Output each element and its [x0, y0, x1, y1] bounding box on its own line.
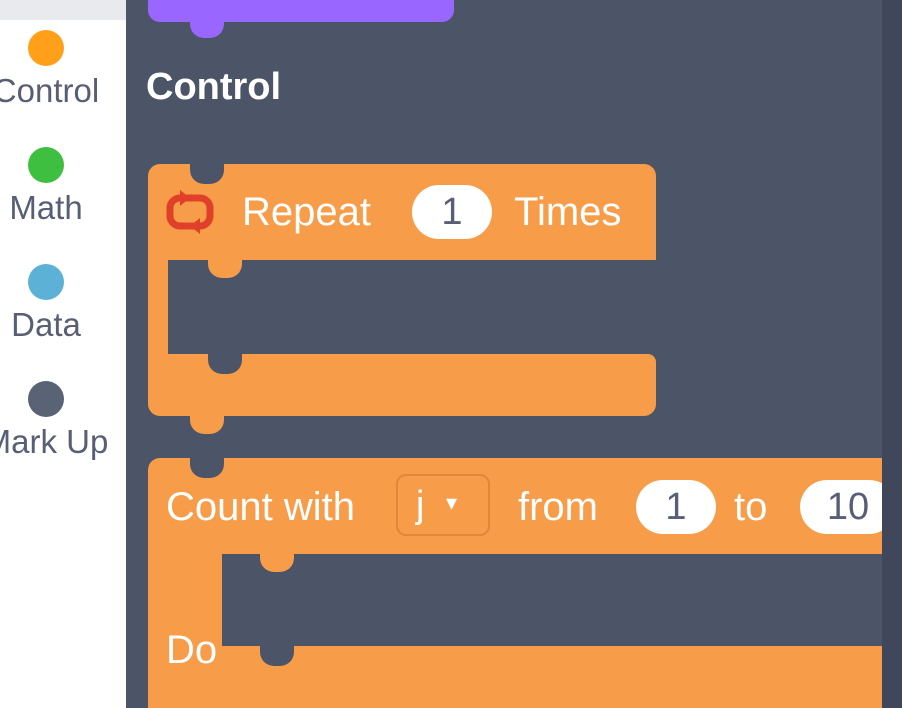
- repeat-inner-tab: [208, 258, 242, 278]
- sidebar-item-markup[interactable]: Mark Up: [0, 381, 126, 491]
- repeat-block-arm: [148, 255, 168, 365]
- block-palette: Control Repeat 1 Times Count with j ▾ fr…: [126, 0, 882, 708]
- variable-dropdown[interactable]: j ▾: [396, 474, 490, 536]
- control-category-dot-icon: [28, 30, 64, 66]
- sidebar-top-strip: [0, 0, 126, 20]
- palette-section-title: Control: [146, 66, 282, 108]
- sidebar-item-control[interactable]: Control: [0, 30, 126, 140]
- repeat-times-input[interactable]: 1: [412, 185, 492, 239]
- repeat-label: Repeat: [242, 190, 371, 234]
- count-with-label: Count with: [166, 485, 355, 529]
- sidebar-item-label: Control: [0, 72, 100, 109]
- looks-block-tab: [190, 14, 224, 38]
- do-label: Do: [166, 628, 218, 672]
- variable-name: j: [416, 484, 425, 526]
- category-sidebar: Control Math Data Mark Up: [0, 0, 126, 708]
- to-label: to: [734, 485, 768, 529]
- repeat-bottom-tab: [190, 414, 224, 434]
- sidebar-item-label: Math: [9, 189, 83, 226]
- math-category-dot-icon: [28, 147, 64, 183]
- sidebar-item-label: Data: [11, 306, 81, 343]
- data-category-dot-icon: [28, 264, 64, 300]
- sidebar-item-label: Mark Up: [0, 423, 109, 460]
- count-inner-tab: [260, 552, 294, 572]
- sidebar-item-math[interactable]: Math: [0, 147, 126, 257]
- to-value-input[interactable]: 10: [800, 480, 882, 534]
- markup-category-dot-icon: [28, 381, 64, 417]
- from-label: from: [518, 485, 598, 529]
- chevron-down-icon: ▾: [446, 490, 458, 515]
- repeat-icon: [166, 190, 214, 234]
- times-label: Times: [514, 190, 622, 234]
- sidebar-item-data[interactable]: Data: [0, 264, 126, 374]
- count-block-footer: [148, 646, 882, 708]
- from-value-input[interactable]: 1: [636, 480, 716, 534]
- palette-scrollbar[interactable]: [882, 0, 902, 708]
